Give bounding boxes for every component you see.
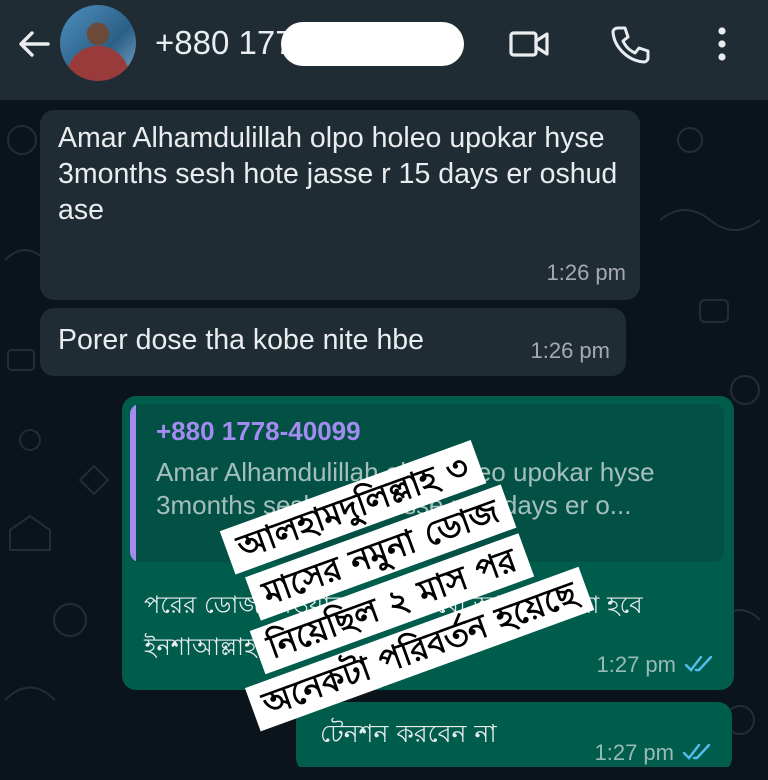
video-call-icon xyxy=(509,31,549,57)
read-receipt-icon xyxy=(684,655,713,672)
arrow-left-icon xyxy=(19,31,50,57)
incoming-message-bubble[interactable]: Amar Alhamdulillah olpo holeo upokar hys… xyxy=(40,110,640,300)
contact-avatar[interactable] xyxy=(60,5,136,81)
message-time: 1:26 pm xyxy=(530,338,611,363)
voice-call-button[interactable] xyxy=(609,22,653,66)
message-text: Porer dose tha kobe nite hbe xyxy=(58,324,425,356)
more-vert-icon xyxy=(718,27,726,61)
redaction-mark xyxy=(281,22,464,66)
message-time: 1:26 pm xyxy=(546,260,627,285)
quoted-sender: +880 1778-40099 xyxy=(156,416,361,446)
chat-header: +880 1778-400099 xyxy=(0,0,768,100)
message-time: 1:27 pm xyxy=(594,740,675,765)
message-meta: 1:27 pm xyxy=(595,740,713,766)
back-button[interactable] xyxy=(14,24,54,64)
phone-icon xyxy=(611,26,650,64)
video-call-button[interactable] xyxy=(507,22,551,66)
read-receipt-icon xyxy=(682,743,711,760)
more-options-button[interactable] xyxy=(700,22,744,66)
quote-accent-bar xyxy=(130,404,136,562)
incoming-message-bubble[interactable]: Porer dose tha kobe nite hbe 1:26 pm xyxy=(40,308,626,376)
message-text: Amar Alhamdulillah olpo holeo upokar hys… xyxy=(58,122,618,226)
